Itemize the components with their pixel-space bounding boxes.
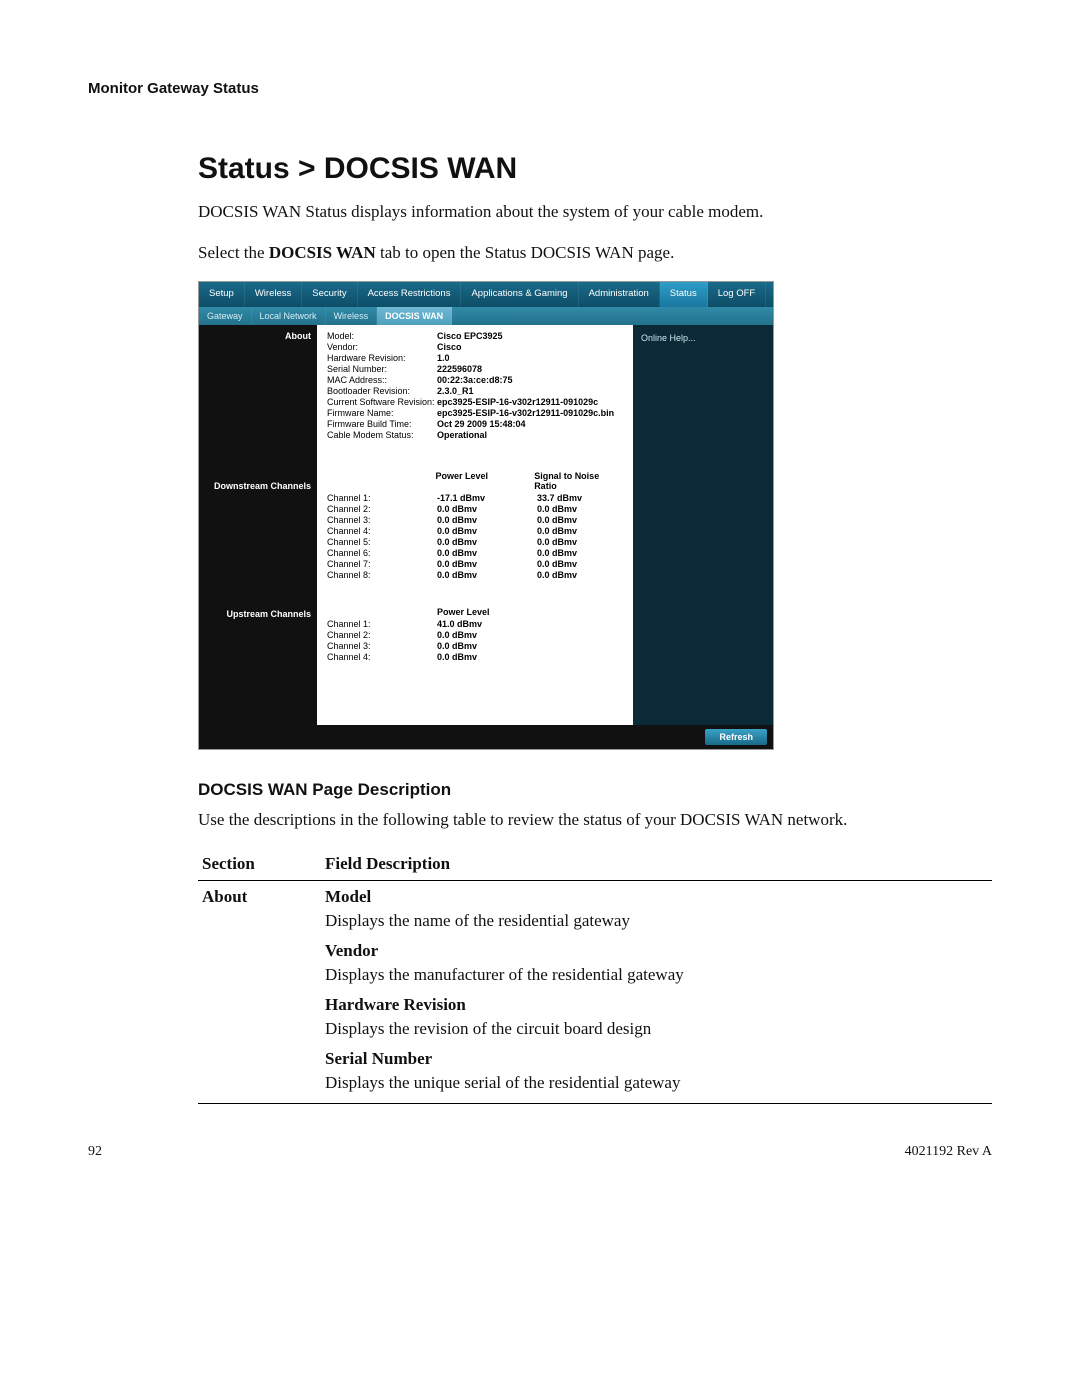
about-row: Vendor:Cisco <box>327 342 623 353</box>
tab-security[interactable]: Security <box>302 282 357 306</box>
upstream-header: Power Level <box>327 603 623 619</box>
page-footer: 92 4021192 Rev A <box>88 1144 992 1160</box>
primary-nav: Setup Wireless Security Access Restricti… <box>199 282 773 306</box>
router-screenshot: Setup Wireless Security Access Restricti… <box>198 281 774 749</box>
page-title: Status > DOCSIS WAN <box>88 152 992 186</box>
intro2-c: tab to open the Status DOCSIS WAN page. <box>376 243 675 262</box>
up-row: Channel 1:41.0 dBmv <box>327 619 623 630</box>
field-desc: Displays the unique serial of the reside… <box>325 1073 988 1093</box>
doc-revision: 4021192 Rev A <box>905 1144 992 1160</box>
about-table: Model:Cisco EPC3925 Vendor:Cisco Hardwar… <box>327 331 623 441</box>
subtab-gateway[interactable]: Gateway <box>199 307 252 325</box>
tab-setup[interactable]: Setup <box>199 282 245 306</box>
secondary-nav: Gateway Local Network Wireless DOCSIS WA… <box>199 307 773 325</box>
tab-access-restrictions[interactable]: Access Restrictions <box>358 282 462 306</box>
col-section: Section <box>198 848 321 881</box>
section-about: About <box>199 325 317 347</box>
online-help-link[interactable]: Online Help... <box>633 325 773 351</box>
subtab-wireless[interactable]: Wireless <box>326 307 378 325</box>
fields-cell: Model Displays the name of the residenti… <box>321 881 992 1104</box>
screenshot-footer: Refresh <box>199 725 773 749</box>
col-field-description: Field Description <box>321 848 992 881</box>
field-desc: Displays the name of the residential gat… <box>325 911 988 931</box>
about-row: MAC Address::00:22:3a:ce:d8:75 <box>327 375 623 386</box>
down-row: Channel 4:0.0 dBmv0.0 dBmv <box>327 526 623 537</box>
subtab-local-network[interactable]: Local Network <box>252 307 326 325</box>
tab-status[interactable]: Status <box>660 282 708 306</box>
tab-applications-gaming[interactable]: Applications & Gaming <box>461 282 578 306</box>
intro-1: DOCSIS WAN Status displays information a… <box>198 200 992 225</box>
section-cell: About <box>198 881 321 1104</box>
section-downstream: Downstream Channels <box>199 475 317 497</box>
refresh-button[interactable]: Refresh <box>705 729 767 745</box>
field-name: Model <box>325 887 988 907</box>
subtab-docsis-wan[interactable]: DOCSIS WAN <box>377 307 452 325</box>
intro2-b: DOCSIS WAN <box>269 243 376 262</box>
about-row: Bootloader Revision:2.3.0_R1 <box>327 386 623 397</box>
desc-intro: Use the descriptions in the following ta… <box>88 808 992 833</box>
tab-wireless[interactable]: Wireless <box>245 282 302 306</box>
content-panel: Model:Cisco EPC3925 Vendor:Cisco Hardwar… <box>317 325 633 725</box>
about-row: Firmware Build Time:Oct 29 2009 15:48:04 <box>327 419 623 430</box>
down-row: Channel 3:0.0 dBmv0.0 dBmv <box>327 515 623 526</box>
intro-2: Select the DOCSIS WAN tab to open the St… <box>198 241 992 266</box>
down-row: Channel 1:-17.1 dBmv33.7 dBmv <box>327 493 623 504</box>
field-desc: Displays the revision of the circuit boa… <box>325 1019 988 1039</box>
downstream-header: Power Level Signal to Noise Ratio <box>327 467 623 493</box>
description-table: Section Field Description About Model Di… <box>198 848 992 1104</box>
down-row: Channel 7:0.0 dBmv0.0 dBmv <box>327 559 623 570</box>
section-upstream: Upstream Channels <box>199 603 317 625</box>
about-row: Hardware Revision:1.0 <box>327 353 623 364</box>
desc-heading: DOCSIS WAN Page Description <box>198 780 992 800</box>
tab-logoff[interactable]: Log OFF <box>708 282 767 306</box>
down-row: Channel 6:0.0 dBmv0.0 dBmv <box>327 548 623 559</box>
down-row: Channel 2:0.0 dBmv0.0 dBmv <box>327 504 623 515</box>
field-name: Serial Number <box>325 1049 988 1069</box>
about-row: Cable Modem Status:Operational <box>327 430 623 441</box>
field-desc: Displays the manufacturer of the residen… <box>325 965 988 985</box>
down-row: Channel 5:0.0 dBmv0.0 dBmv <box>327 537 623 548</box>
about-row: Current Software Revision:epc3925-ESIP-1… <box>327 397 623 408</box>
up-row: Channel 3:0.0 dBmv <box>327 641 623 652</box>
field-name: Hardware Revision <box>325 995 988 1015</box>
page-header: Monitor Gateway Status <box>88 80 992 97</box>
tab-administration[interactable]: Administration <box>579 282 660 306</box>
intro2-a: Select the <box>198 243 269 262</box>
about-row: Serial Number:222596078 <box>327 364 623 375</box>
field-name: Vendor <box>325 941 988 961</box>
up-row: Channel 2:0.0 dBmv <box>327 630 623 641</box>
down-row: Channel 8:0.0 dBmv0.0 dBmv <box>327 570 623 581</box>
left-panel: About Downstream Channels Upstream Chann… <box>199 325 317 725</box>
page-number: 92 <box>88 1144 102 1160</box>
help-panel: Online Help... <box>633 325 773 725</box>
about-row: Firmware Name:epc3925-ESIP-16-v302r12911… <box>327 408 623 419</box>
about-row: Model:Cisco EPC3925 <box>327 331 623 342</box>
up-row: Channel 4:0.0 dBmv <box>327 652 623 663</box>
